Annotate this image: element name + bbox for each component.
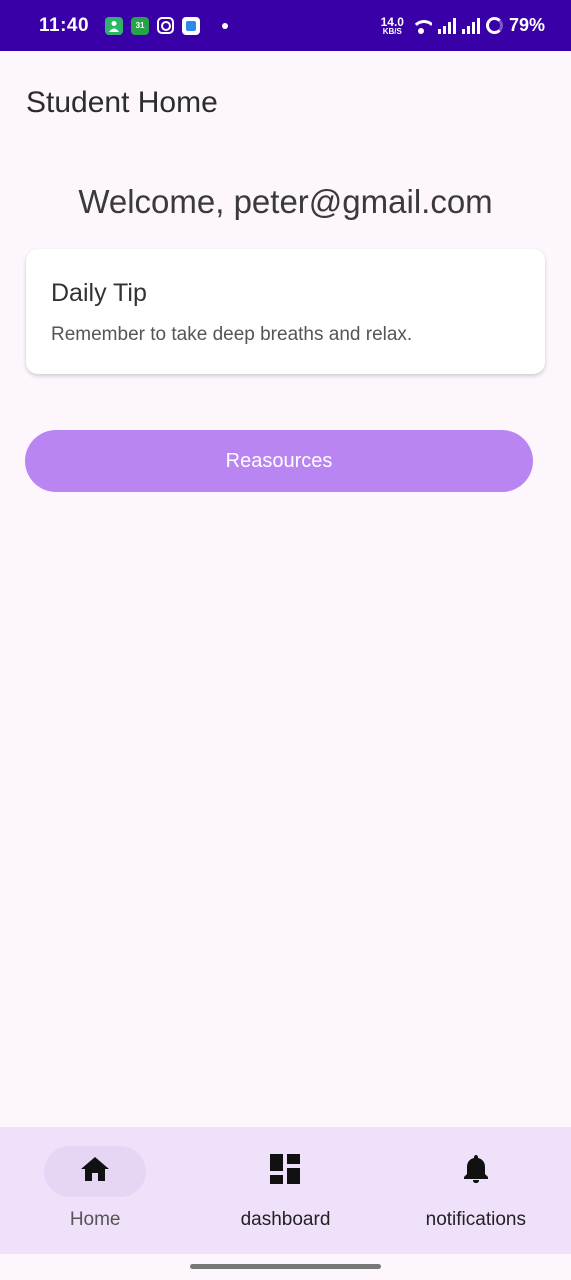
gesture-home-indicator[interactable] bbox=[190, 1264, 381, 1269]
nav-item-dashboard[interactable]: dashboard bbox=[190, 1127, 380, 1254]
nav-label-home: Home bbox=[69, 1209, 121, 1230]
status-left: 11:40 31 bbox=[39, 15, 381, 37]
status-bar: 11:40 31 14.0 KB/S 79% bbox=[0, 0, 571, 51]
contacts-icon bbox=[105, 16, 124, 35]
nav-indicator bbox=[44, 1146, 147, 1197]
network-speed-unit: KB/S bbox=[382, 26, 402, 36]
network-speed: 14.0 KB/S bbox=[381, 16, 404, 36]
page-title: Student Home bbox=[26, 86, 218, 119]
wifi-icon bbox=[410, 18, 432, 34]
signal-icon-2 bbox=[461, 17, 480, 34]
bell-icon bbox=[463, 1154, 489, 1189]
welcome-message: Welcome, peter@gmail.com bbox=[78, 183, 493, 220]
nav-icon-wrap bbox=[234, 1146, 336, 1197]
network-speed-value: 14.0 bbox=[380, 14, 404, 29]
daily-tip-text: Remember to take deep breaths and relax. bbox=[51, 324, 413, 345]
nav-label-dashboard: dashboard bbox=[240, 1209, 331, 1230]
resources-button[interactable]: Reasources bbox=[25, 430, 533, 492]
signal-icon-1 bbox=[437, 17, 456, 34]
daily-tip-title: Daily Tip bbox=[51, 279, 147, 307]
daily-tip-card: Daily Tip Remember to take deep breaths … bbox=[26, 249, 545, 374]
bottom-navigation: Home dashboard notifications bbox=[0, 1127, 571, 1254]
nav-label-notifications: notifications bbox=[425, 1209, 526, 1230]
instagram-icon bbox=[157, 17, 175, 34]
more-notifications-dot bbox=[222, 22, 229, 29]
battery-level: 79% bbox=[508, 15, 545, 35]
nav-icon-wrap bbox=[425, 1146, 527, 1197]
calendar-icon: 31 bbox=[131, 16, 150, 35]
files-icon bbox=[182, 16, 201, 35]
status-time: 11:40 bbox=[39, 14, 90, 36]
dashboard-icon bbox=[270, 1154, 301, 1189]
battery-icon bbox=[485, 17, 503, 34]
nav-item-home[interactable]: Home bbox=[0, 1127, 190, 1254]
home-icon bbox=[80, 1156, 110, 1187]
status-right: 14.0 KB/S 79% bbox=[381, 15, 545, 36]
nav-item-notifications[interactable]: notifications bbox=[381, 1127, 571, 1254]
